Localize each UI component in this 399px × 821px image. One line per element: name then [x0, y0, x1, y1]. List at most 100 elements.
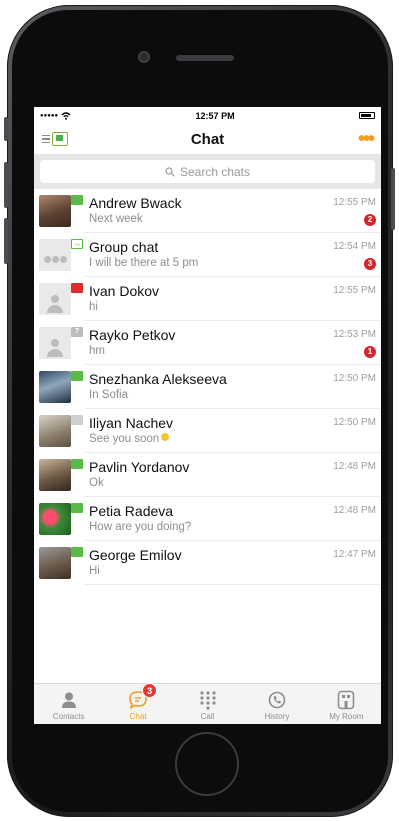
- avatar: [39, 503, 71, 535]
- page-title: Chat: [190, 130, 225, 148]
- dialpad-icon: [198, 690, 218, 710]
- online-flag-icon: [71, 195, 83, 205]
- avatar: [39, 283, 71, 315]
- chat-row[interactable]: Pavlin Yordanov Ok 12:48 PM: [34, 453, 381, 497]
- last-message: hi: [89, 301, 98, 313]
- last-message: hm: [89, 345, 105, 357]
- earpiece-speaker: [176, 55, 234, 61]
- online-flag-icon: [71, 547, 83, 557]
- group-avatar: [39, 239, 71, 271]
- online-flag-icon: [71, 459, 83, 469]
- online-flag-icon: [71, 503, 83, 513]
- last-message: Hi: [89, 565, 100, 577]
- avatar: [39, 327, 71, 359]
- contact-name: George Emilov: [89, 547, 182, 563]
- status-bar: ●●●●● 12:57 PM: [34, 107, 381, 124]
- history-icon: [267, 690, 287, 710]
- person-icon: [47, 295, 63, 315]
- online-flag-icon: [71, 371, 83, 381]
- arrow-flag-icon: →: [71, 239, 83, 249]
- power-button: [391, 168, 395, 230]
- volume-up-button: [4, 162, 8, 208]
- battery-icon: [359, 112, 375, 119]
- contact-name: Petia Radeva: [89, 503, 174, 519]
- avatar: [39, 195, 71, 227]
- group-icon: [43, 256, 67, 263]
- avatar: [39, 547, 71, 579]
- avatar: [39, 415, 71, 447]
- more-options-icon[interactable]: •••: [358, 129, 375, 149]
- tab-history[interactable]: History: [242, 684, 311, 724]
- message-time: 12:54 PM: [333, 241, 376, 252]
- chat-row[interactable]: Petia Radeva How are you doing? 12:48 PM: [34, 497, 381, 541]
- avatar: [39, 371, 71, 403]
- message-time: 12:53 PM: [333, 329, 376, 340]
- chat-row[interactable]: ? Rayko Petkov hm 12:53 PM 1: [34, 321, 381, 365]
- search-icon: [165, 166, 175, 177]
- message-time: 12:50 PM: [333, 373, 376, 384]
- tab-label: My Room: [329, 712, 364, 721]
- message-time: 12:50 PM: [333, 417, 376, 428]
- offline-flag-icon: [71, 415, 83, 425]
- chat-row[interactable]: Iliyan Nachev See you soon 12:50 PM: [34, 409, 381, 453]
- contact-name: Iliyan Nachev: [89, 415, 174, 431]
- message-time: 12:55 PM: [333, 285, 376, 296]
- chat-row[interactable]: Andrew Bwack Next week 12:55 PM 2: [34, 189, 381, 233]
- chat-row[interactable]: George Emilov Hi 12:47 PM: [34, 541, 381, 585]
- mute-switch: [4, 117, 8, 141]
- tab-contacts[interactable]: Contacts: [34, 684, 103, 724]
- last-message: I will be there at 5 pm: [89, 257, 199, 269]
- wifi-icon: [61, 111, 71, 120]
- avatar: [39, 459, 71, 491]
- tab-call[interactable]: Call: [173, 684, 242, 724]
- front-camera: [138, 51, 150, 63]
- chat-row[interactable]: → Group chat I will be there at 5 pm 12:…: [34, 233, 381, 277]
- message-time: 12:48 PM: [333, 461, 376, 472]
- last-message: See you soon: [89, 432, 331, 447]
- status-time: 12:57 PM: [195, 110, 235, 121]
- unread-badge: 1: [364, 346, 376, 358]
- signal-strength: ●●●●●: [40, 112, 59, 119]
- chat-badge: 3: [142, 683, 158, 698]
- unread-badge: 3: [364, 258, 376, 270]
- contacts-icon: [59, 690, 79, 710]
- busy-flag-icon: [71, 283, 83, 293]
- message-time: 12:47 PM: [333, 549, 376, 560]
- contact-name: Snezhanka Alekseeva: [89, 371, 227, 387]
- tab-label: Call: [200, 712, 215, 721]
- person-icon: [47, 339, 63, 359]
- nav-bar: Chat •••: [34, 124, 381, 154]
- chat-row[interactable]: Snezhanka Alekseeva In Sofia 12:50 PM: [34, 365, 381, 409]
- volume-down-button: [4, 218, 8, 264]
- contact-name: Andrew Bwack: [89, 195, 182, 211]
- contact-name: Group chat: [89, 239, 159, 255]
- search-input[interactable]: Search chats: [40, 160, 375, 183]
- status-menu-button[interactable]: [42, 129, 82, 149]
- tab-chat[interactable]: 3 Chat: [103, 683, 172, 724]
- last-message: In Sofia: [89, 389, 128, 401]
- message-time: 12:48 PM: [333, 505, 376, 516]
- room-icon: [336, 690, 356, 710]
- last-message: Next week: [89, 213, 143, 225]
- home-button[interactable]: [175, 732, 239, 796]
- tab-my-room[interactable]: My Room: [312, 684, 381, 724]
- chat-list: Andrew Bwack Next week 12:55 PM 2 → Grou…: [34, 189, 381, 585]
- tab-label: Chat: [129, 712, 147, 721]
- tab-label: Contacts: [52, 712, 85, 721]
- unknown-status-icon: ?: [71, 327, 83, 337]
- contact-name: Pavlin Yordanov: [89, 459, 190, 475]
- smiley-icon: [161, 433, 170, 441]
- app-screen: ●●●●● 12:57 PM Chat ••• Search chats And…: [34, 107, 381, 724]
- search-placeholder: Search chats: [179, 164, 251, 179]
- last-message: How are you doing?: [89, 521, 192, 533]
- contact-name: Rayko Petkov: [89, 327, 176, 343]
- contact-name: Ivan Dokov: [89, 283, 160, 299]
- tab-label: History: [264, 712, 290, 721]
- chat-row[interactable]: Ivan Dokov hi 12:55 PM: [34, 277, 381, 321]
- tab-bar: Contacts 3 Chat Call History My Room: [34, 683, 381, 724]
- last-message: Ok: [89, 477, 104, 489]
- search-bar: Search chats: [34, 154, 381, 189]
- presence-flag-icon: [52, 132, 68, 146]
- menu-icon: [42, 134, 50, 144]
- message-time: 12:55 PM: [333, 197, 376, 208]
